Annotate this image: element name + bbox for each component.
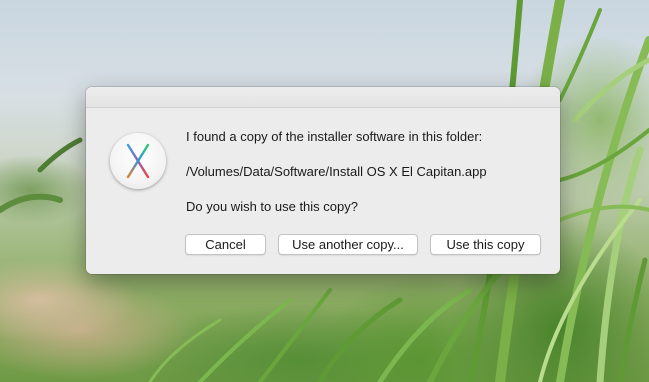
cancel-button[interactable]: Cancel bbox=[185, 234, 266, 255]
desktop-background: I found a copy of the installer software… bbox=[0, 0, 649, 382]
dialog-message: I found a copy of the installer software… bbox=[186, 129, 483, 144]
use-this-copy-button[interactable]: Use this copy bbox=[430, 234, 541, 255]
installer-path: /Volumes/Data/Software/Install OS X El C… bbox=[186, 164, 487, 179]
installer-copy-dialog: I found a copy of the installer software… bbox=[86, 87, 560, 274]
dialog-question: Do you wish to use this copy? bbox=[186, 199, 358, 214]
dialog-titlebar bbox=[86, 87, 560, 108]
use-another-copy-button[interactable]: Use another copy... bbox=[278, 234, 418, 255]
os-x-el-capitan-x-icon bbox=[110, 133, 166, 189]
